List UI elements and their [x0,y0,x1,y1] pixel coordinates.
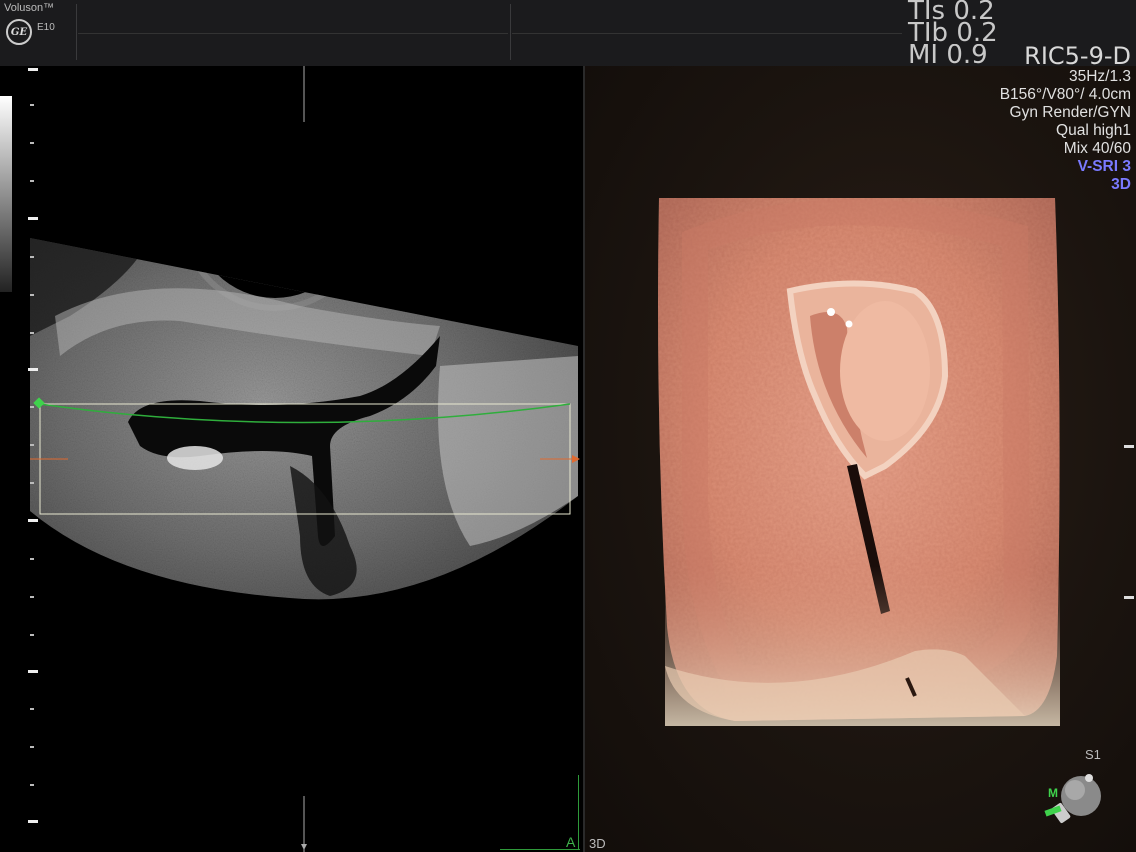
acquisition-info: RIC5-9-D 35Hz/1.3 B156°/V80°/ 4.0cm Gyn … [1000,44,1131,194]
info-line: Mix 40/60 [1063,140,1131,157]
orientation-s-label: S1 [1085,747,1101,762]
depth-tick [28,670,38,673]
header-rule [78,33,508,34]
depth-tick [30,784,34,786]
header-divider [510,4,511,60]
depth-tick [28,217,38,220]
depth-tick [28,68,38,71]
depth-tick [28,820,38,823]
depth-tick [30,180,34,182]
depth-tick [30,444,34,446]
info-line: 35Hz/1.3 [1068,68,1131,85]
depth-tick [28,368,38,371]
mode-3d-label: 3D [1111,176,1131,193]
depth-tick [30,708,34,710]
header-rule [512,33,902,34]
depth-tick [30,142,34,144]
b-mode-panel[interactable] [0,66,583,852]
model-name: E10 [37,22,55,33]
index-tib: TIb 0.2 [908,18,998,48]
depth-tick [30,256,34,258]
depth-tick [30,294,34,296]
top-header: Voluson™ GE E10 TIs 0.2 TIb 0.2 MI 0.9 [0,0,1136,66]
depth-tick [1124,445,1134,448]
vsri-label: V-SRI 3 [1077,158,1131,175]
depth-tick [1124,596,1134,599]
depth-tick [30,482,34,484]
panel-a-label[interactable]: A [566,834,575,850]
header-divider [76,4,77,60]
info-line: Qual high1 [1056,122,1131,139]
b-mode-image [30,66,580,852]
depth-tick [30,746,34,748]
active-panel-corner [578,775,579,850]
ge-logo-icon: GE [6,19,32,45]
index-mi: MI 0.9 [908,44,988,66]
info-line: B156°/V80°/ 4.0cm [999,86,1131,103]
depth-tick [30,104,34,106]
depth-tick [30,596,34,598]
depth-tick [30,634,34,636]
depth-tick [30,558,34,560]
panel-3d-label[interactable]: 3D [589,836,606,851]
probe-name: RIC5-9-D [1024,42,1131,70]
depth-tick [30,332,34,334]
brand-name: Voluson™ [4,2,55,14]
depth-tick [28,519,38,522]
orientation-m-label: M [1048,786,1058,800]
depth-tick [30,406,34,408]
info-line: Gyn Render/GYN [1009,104,1131,121]
